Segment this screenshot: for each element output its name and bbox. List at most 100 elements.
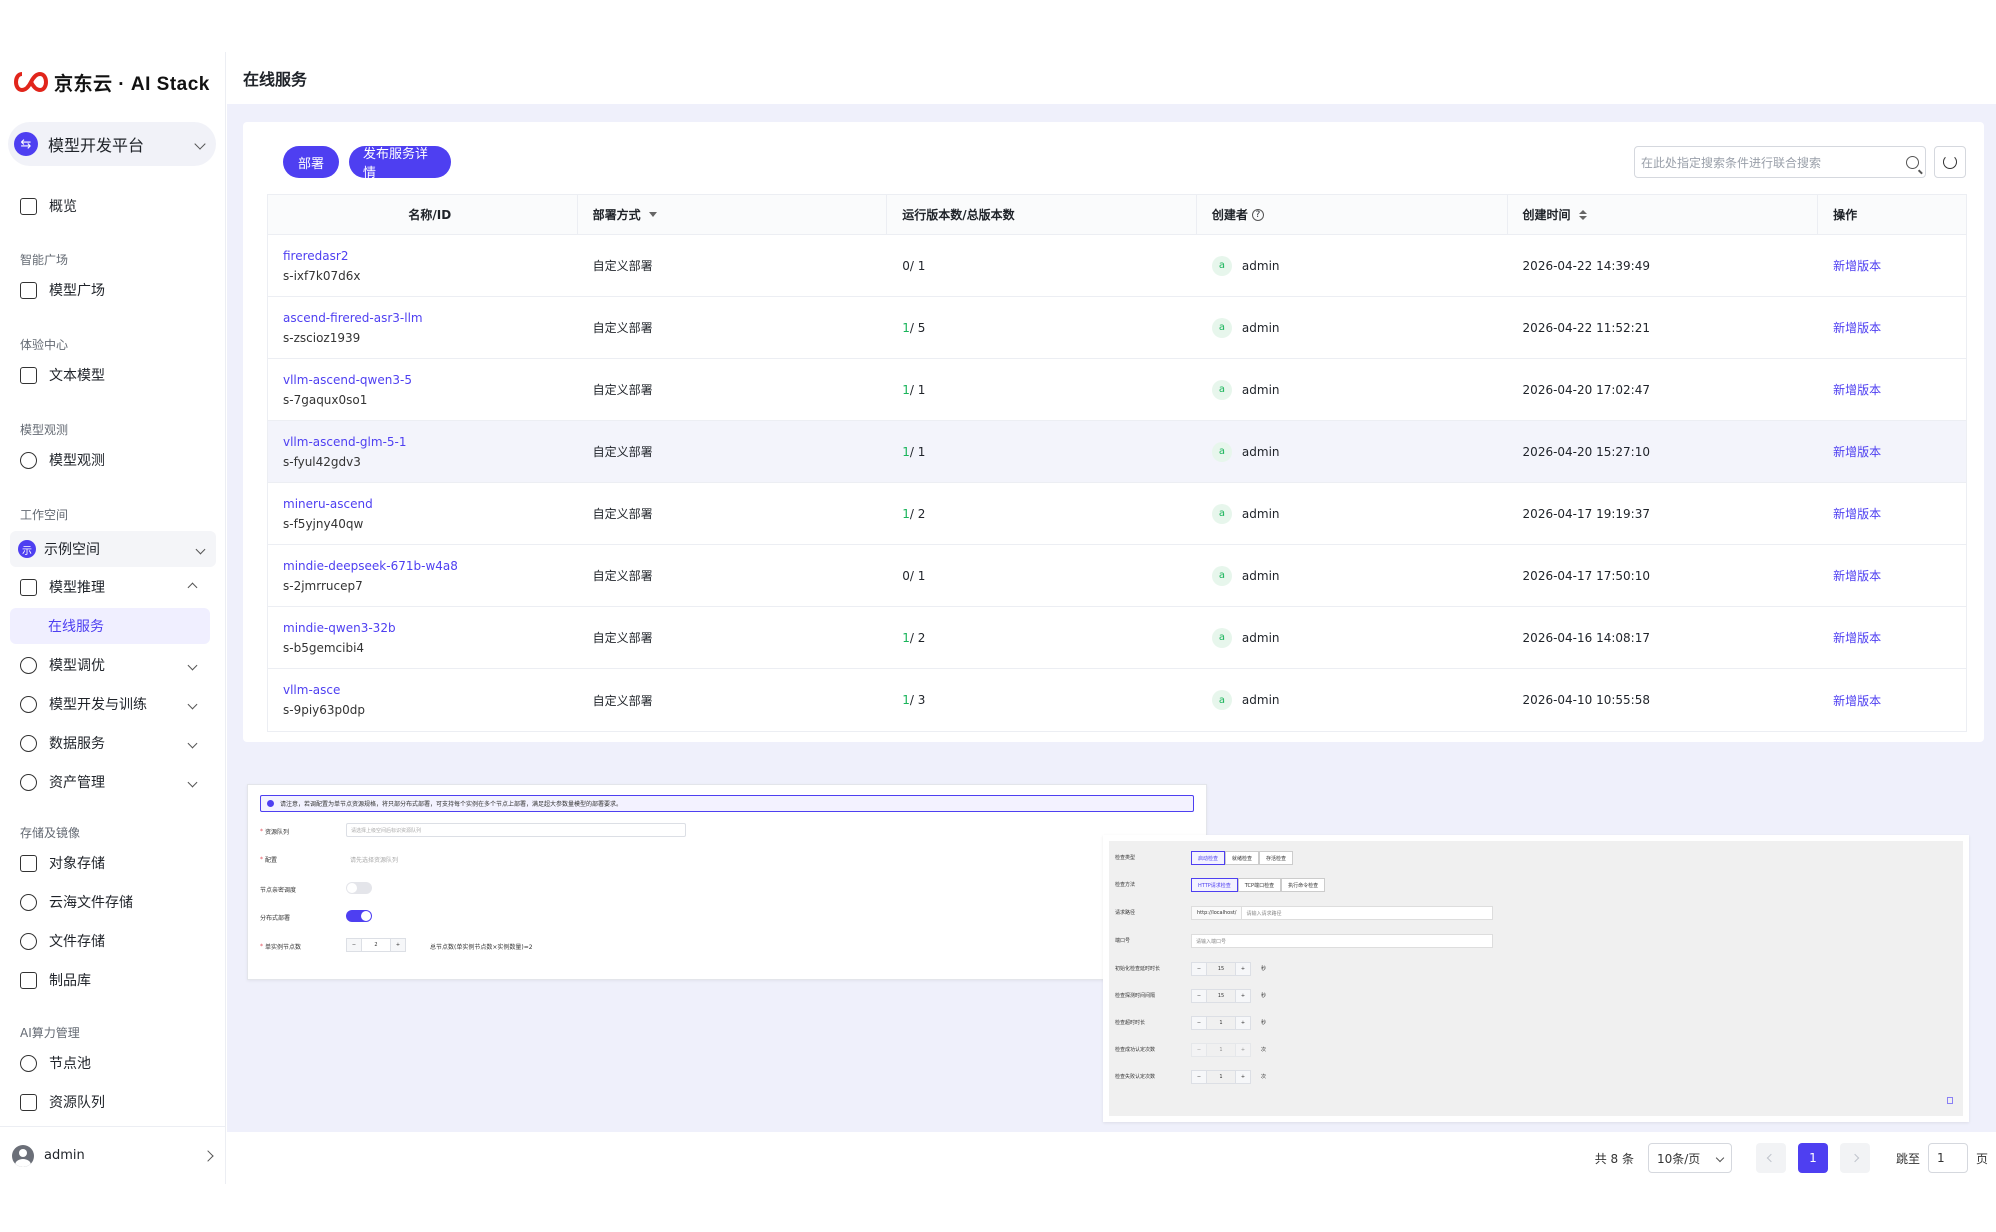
- running-count: 1: [902, 382, 910, 397]
- platform-switcher[interactable]: ⇆ 模型开发平台: [8, 122, 216, 166]
- prev-page-button[interactable]: [1755, 1143, 1786, 1173]
- versions-cell: 0 / 1: [887, 545, 1197, 606]
- sidebar-item-label: 在线服务: [48, 619, 104, 635]
- timeout-stepper[interactable]: −1 +: [1191, 1016, 1251, 1030]
- minus-icon[interactable]: −: [347, 939, 361, 951]
- sidebar-item-artifact[interactable]: 制品库: [10, 962, 210, 998]
- created-time: 2026-04-10 10:55:58: [1522, 693, 1650, 707]
- service-name-link[interactable]: vllm-ascend-qwen3-5: [283, 373, 412, 387]
- search-input[interactable]: 在此处指定搜索条件进行联合搜索: [1634, 146, 1926, 178]
- port-input[interactable]: 请输入端口号: [1191, 934, 1493, 948]
- sort-icon[interactable]: [1578, 209, 1587, 220]
- file-storage-icon: [20, 932, 37, 950]
- service-id: s-ixf7k07d6x: [283, 268, 361, 283]
- nav-group-experience: 体验中心: [20, 338, 69, 352]
- queue-select[interactable]: 请选择上级空间后标识资源队列: [346, 823, 686, 837]
- creator-cell: a admin: [1197, 235, 1508, 296]
- segment-option[interactable]: 执行命令检查: [1281, 878, 1326, 892]
- service-list-card: 部署 发布服务详情 在此处指定搜索条件进行联合搜索 名称/ID 部署方式 运行版…: [243, 122, 1984, 742]
- sidebar-item-online-service[interactable]: 在线服务: [10, 608, 210, 644]
- page-1-button[interactable]: 1: [1797, 1143, 1828, 1173]
- distributed-toggle[interactable]: [346, 910, 372, 922]
- refresh-button[interactable]: [1934, 146, 1966, 178]
- deploy-cell: 自定义部署: [578, 483, 888, 544]
- filter-caret-icon[interactable]: [648, 212, 657, 217]
- add-version-link[interactable]: 新增版本: [1833, 257, 1881, 274]
- total-count: / 5: [909, 320, 926, 335]
- workspace-selector[interactable]: 示 示例空间: [10, 531, 216, 567]
- col-deploy[interactable]: 部署方式: [578, 195, 888, 234]
- page-jump-input[interactable]: 1: [1927, 1143, 1968, 1173]
- port-label: 端口号: [1115, 938, 1131, 944]
- success-stepper[interactable]: −1 +: [1191, 1043, 1251, 1057]
- page-size-select[interactable]: 10条/页: [1647, 1143, 1732, 1173]
- chevron-right-icon: [1850, 1153, 1860, 1163]
- sidebar-item-model-tuning[interactable]: 模型调优: [10, 647, 210, 683]
- delay-stepper[interactable]: −15 +: [1191, 962, 1251, 976]
- delay-label: 初始化检查延时时长: [1115, 966, 1161, 972]
- info-icon: [267, 800, 274, 807]
- sidebar-item-model-square[interactable]: 模型广场: [10, 272, 210, 308]
- sidebar-item-text-model[interactable]: 文本模型: [10, 357, 210, 393]
- add-version-link[interactable]: 新增版本: [1833, 567, 1881, 584]
- nodes-stepper[interactable]: − 2 +: [346, 938, 406, 952]
- sidebar-item-cloud-file[interactable]: 云海文件存储: [10, 884, 210, 920]
- check-type-segment[interactable]: 启动检查 就绪检查 存活检查: [1191, 851, 1294, 865]
- sidebar-item-object-storage[interactable]: 对象存储: [10, 845, 210, 881]
- time-cell: 2026-04-10 10:55:58: [1508, 669, 1819, 731]
- sidebar-item-overview[interactable]: 概览: [10, 188, 210, 224]
- plus-icon[interactable]: +: [391, 939, 405, 951]
- search-icon[interactable]: [1906, 155, 1919, 169]
- interval-stepper[interactable]: −15 +: [1191, 989, 1251, 1003]
- add-version-link[interactable]: 新增版本: [1833, 629, 1881, 646]
- sidebar-item-asset-mgmt[interactable]: 资产管理: [10, 764, 210, 800]
- app: 京东云 · AI Stack ⇆ 模型开发平台 概览 智能广场 模型广场 体验中…: [0, 52, 1996, 1184]
- check-method-segment[interactable]: HTTP请求检查 TCP端口检查 执行命令检查: [1191, 878, 1326, 892]
- sidebar-item-node-pool[interactable]: 节点池: [10, 1045, 210, 1081]
- sidebar-item-label: 文件存储: [49, 934, 105, 950]
- name-cell: mindie-deepseek-671b-w4a8 s-2jmrrucep7: [268, 545, 578, 606]
- segment-option[interactable]: 就绪检查: [1225, 851, 1260, 865]
- sidebar-item-model-inference[interactable]: 模型推理: [10, 569, 210, 605]
- service-name-link[interactable]: mineru-ascend: [283, 497, 373, 511]
- sidebar-item-model-observe[interactable]: 模型观测: [10, 442, 210, 478]
- add-version-link[interactable]: 新增版本: [1833, 443, 1881, 460]
- add-version-link[interactable]: 新增版本: [1833, 692, 1881, 709]
- fail-stepper[interactable]: −1 +: [1191, 1070, 1251, 1084]
- service-name-link[interactable]: mindie-qwen3-32b: [283, 621, 396, 635]
- sidebar-item-model-dev[interactable]: 模型开发与训练: [10, 686, 210, 722]
- next-page-button[interactable]: [1839, 1143, 1870, 1173]
- sidebar-item-file-storage[interactable]: 文件存储: [10, 923, 210, 959]
- pagination: 共 8 条 10条/页 1 跳至 1 页: [227, 1132, 1996, 1184]
- created-time: 2026-04-20 17:02:47: [1522, 382, 1650, 397]
- brand-logo[interactable]: 京东云 · AI Stack: [12, 62, 210, 102]
- service-name-link[interactable]: vllm-asce: [283, 683, 340, 697]
- sidebar-item-resource-queue[interactable]: 资源队列: [10, 1084, 210, 1120]
- segment-option[interactable]: HTTP请求检查: [1191, 878, 1238, 892]
- col-created-time[interactable]: 创建时间: [1508, 195, 1819, 234]
- add-version-link[interactable]: 新增版本: [1833, 381, 1881, 398]
- add-version-link[interactable]: 新增版本: [1833, 505, 1881, 522]
- segment-option[interactable]: 存活检查: [1259, 851, 1294, 865]
- deploy-cell: 自定义部署: [578, 359, 888, 420]
- delete-icon[interactable]: [1947, 1097, 1953, 1104]
- service-name-link[interactable]: ascend-firered-asr3-llm: [283, 311, 423, 325]
- service-name-link[interactable]: mindie-deepseek-671b-w4a8: [283, 559, 458, 573]
- service-name-link[interactable]: vllm-ascend-glm-5-1: [283, 435, 407, 449]
- segment-option[interactable]: 启动检查: [1191, 851, 1226, 865]
- service-id: s-7gaqux0so1: [283, 392, 368, 407]
- sidebar-item-data-service[interactable]: 数据服务: [10, 725, 210, 761]
- sidebar-item-label: 文本模型: [49, 368, 105, 384]
- page-jump: 跳至 1 页: [1896, 1143, 1988, 1173]
- add-version-link[interactable]: 新增版本: [1833, 319, 1881, 336]
- chevron-down-icon: [187, 777, 198, 787]
- segment-option[interactable]: TCP端口检查: [1237, 878, 1282, 892]
- service-name-link[interactable]: fireredasr2: [283, 249, 348, 263]
- publish-detail-button[interactable]: 发布服务详情: [349, 146, 451, 181]
- help-icon[interactable]: ?: [1251, 208, 1264, 221]
- affinity-toggle[interactable]: [346, 882, 372, 894]
- user-menu[interactable]: admin: [0, 1126, 226, 1184]
- switch-icon: ⇆: [14, 132, 38, 156]
- deploy-button[interactable]: 部署: [283, 146, 339, 178]
- path-input[interactable]: http://localhost/ 请输入请求路径: [1191, 906, 1493, 920]
